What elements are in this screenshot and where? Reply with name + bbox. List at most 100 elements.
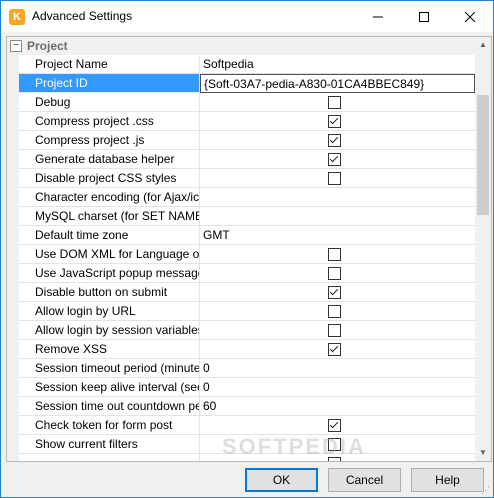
checkbox-checked[interactable]: [328, 419, 341, 432]
close-button[interactable]: [447, 1, 493, 32]
property-value-checkbox-cell[interactable]: [200, 93, 475, 112]
checkbox-unchecked[interactable]: [328, 305, 341, 318]
app-icon: K: [9, 9, 25, 25]
row-gutter: [7, 112, 19, 131]
row-gutter: [7, 169, 19, 188]
property-row[interactable]: Show current filters: [7, 435, 475, 454]
property-value[interactable]: Softpedia: [200, 55, 475, 74]
property-value-checkbox-cell[interactable]: [200, 454, 475, 461]
property-row[interactable]: Allow login by session variables: [7, 321, 475, 340]
checkbox-unchecked[interactable]: [328, 248, 341, 261]
row-gutter: [7, 435, 19, 454]
checkbox-unchecked[interactable]: [328, 438, 341, 451]
property-row[interactable]: Remove XSS: [7, 340, 475, 359]
checkbox-unchecked[interactable]: [328, 457, 341, 461]
checkbox-checked[interactable]: [328, 343, 341, 356]
property-name: Session timeout period (minutes): [19, 359, 200, 378]
cancel-button[interactable]: Cancel: [328, 468, 401, 492]
row-gutter: [7, 340, 19, 359]
property-name: Show current filters: [19, 435, 200, 454]
property-name: Character encoding (for Ajax/icon: [19, 188, 200, 207]
maximize-icon: [419, 11, 429, 22]
property-row[interactable]: Check token for form post: [7, 416, 475, 435]
row-gutter: [7, 245, 19, 264]
property-value-checkbox-cell[interactable]: [200, 112, 475, 131]
property-row[interactable]: Allow login by URL: [7, 302, 475, 321]
title-bar[interactable]: K Advanced Settings: [1, 1, 493, 32]
scrollbar-thumb[interactable]: [477, 95, 489, 215]
property-grid[interactable]: − Project Project Name Softpedia Project I…: [6, 36, 492, 462]
property-name: Disable button on submit: [19, 283, 200, 302]
checkbox-checked[interactable]: [328, 115, 341, 128]
property-row[interactable]: MySQL charset (for SET NAMES): [7, 207, 475, 226]
property-value[interactable]: GMT: [200, 226, 475, 245]
property-row[interactable]: Generate database helper: [7, 150, 475, 169]
advanced-settings-window: K Advanced Settings − Project Project Na…: [0, 0, 494, 498]
property-value-checkbox-cell[interactable]: [200, 340, 475, 359]
checkbox-checked[interactable]: [328, 134, 341, 147]
maximize-button[interactable]: [401, 1, 447, 32]
ok-button[interactable]: OK: [245, 468, 318, 492]
row-gutter: [7, 74, 19, 93]
property-value[interactable]: {Soft-03A7-pedia-A830-01CA4BBEC849}: [200, 74, 475, 93]
property-value[interactable]: 0: [200, 359, 475, 378]
property-value-checkbox-cell[interactable]: [200, 283, 475, 302]
scroll-up-icon[interactable]: ▲: [475, 37, 491, 53]
property-row[interactable]: Default time zone GMT: [7, 226, 475, 245]
collapse-icon[interactable]: −: [10, 40, 22, 52]
property-row[interactable]: Compress project .js: [7, 131, 475, 150]
category-project[interactable]: − Project: [7, 37, 475, 55]
property-value-checkbox-cell[interactable]: [200, 321, 475, 340]
checkbox-unchecked[interactable]: [328, 324, 341, 337]
checkbox-unchecked[interactable]: [328, 172, 341, 185]
close-icon: [465, 11, 475, 22]
property-row[interactable]: Project ID {Soft-03A7-pedia-A830-01CA4BBE…: [7, 74, 475, 93]
resize-grip-icon[interactable]: ⋰: [481, 485, 491, 495]
checkbox-checked[interactable]: [328, 153, 341, 166]
property-row[interactable]: Session timeout period (minutes) 0: [7, 359, 475, 378]
row-gutter: [7, 93, 19, 112]
property-value-checkbox-cell[interactable]: [200, 150, 475, 169]
row-gutter: [7, 359, 19, 378]
property-name: Allow login by URL: [19, 302, 200, 321]
row-gutter: [7, 207, 19, 226]
property-value[interactable]: 0: [200, 378, 475, 397]
row-gutter: [7, 150, 19, 169]
property-value-checkbox-cell[interactable]: [200, 264, 475, 283]
property-row[interactable]: Project Name Softpedia: [7, 55, 475, 74]
property-row[interactable]: Debug: [7, 93, 475, 112]
property-row[interactable]: [7, 454, 475, 461]
property-value[interactable]: 60: [200, 397, 475, 416]
checkbox-unchecked[interactable]: [328, 96, 341, 109]
property-value-checkbox-cell[interactable]: [200, 245, 475, 264]
checkbox-checked[interactable]: [328, 286, 341, 299]
property-name: Generate database helper: [19, 150, 200, 169]
property-row[interactable]: Character encoding (for Ajax/icon: [7, 188, 475, 207]
scroll-down-icon[interactable]: ▼: [475, 445, 491, 461]
checkbox-unchecked[interactable]: [328, 267, 341, 280]
property-value-checkbox-cell[interactable]: [200, 416, 475, 435]
help-button[interactable]: Help: [411, 468, 484, 492]
property-row[interactable]: Session keep alive interval (secon 0: [7, 378, 475, 397]
property-row[interactable]: Use DOM XML for Language objec: [7, 245, 475, 264]
property-row[interactable]: Disable project CSS styles: [7, 169, 475, 188]
vertical-scrollbar[interactable]: ▲ ▼: [475, 37, 491, 461]
property-name: Session keep alive interval (secon: [19, 378, 200, 397]
property-row[interactable]: Disable button on submit: [7, 283, 475, 302]
minimize-button[interactable]: [355, 1, 401, 32]
row-gutter: [7, 454, 19, 461]
property-name: Debug: [19, 93, 200, 112]
property-row[interactable]: Use JavaScript popup message: [7, 264, 475, 283]
property-name: Use DOM XML for Language objec: [19, 245, 200, 264]
property-value-checkbox-cell[interactable]: [200, 169, 475, 188]
property-value[interactable]: [200, 207, 475, 226]
property-value-checkbox-cell[interactable]: [200, 131, 475, 150]
property-row[interactable]: Session time out countdown perio 60: [7, 397, 475, 416]
property-value-checkbox-cell[interactable]: [200, 302, 475, 321]
row-gutter: [7, 283, 19, 302]
property-name: Check token for form post: [19, 416, 200, 435]
property-name: Compress project .js: [19, 131, 200, 150]
property-value[interactable]: [200, 188, 475, 207]
property-row[interactable]: Compress project .css: [7, 112, 475, 131]
property-value-checkbox-cell[interactable]: [200, 435, 475, 454]
